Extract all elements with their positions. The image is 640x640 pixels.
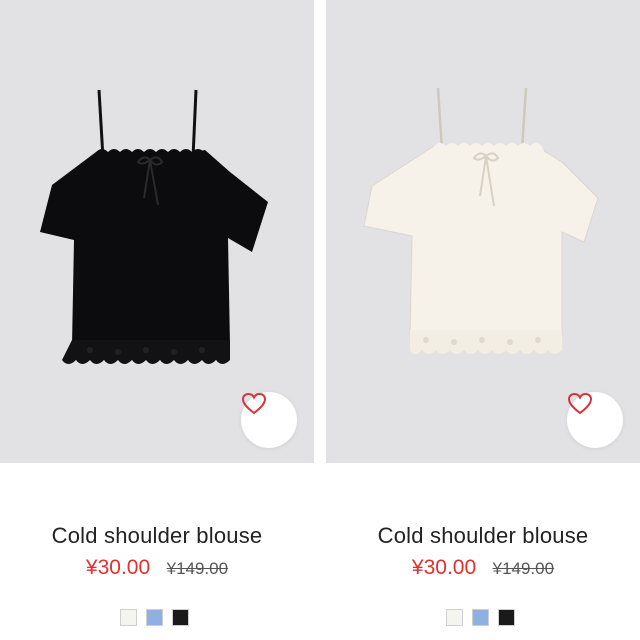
swatch-light-blue[interactable] [472, 609, 489, 626]
product-card-white[interactable]: Cold shoulder blouse ¥30.00 ¥149.00 [326, 0, 640, 640]
color-swatches [120, 609, 189, 627]
original-price: ¥149.00 [492, 559, 555, 578]
color-swatches [446, 609, 515, 627]
swatch-white[interactable] [446, 609, 463, 626]
product-card-black[interactable]: Cold shoulder blouse ¥30.00 ¥149.00 [0, 0, 314, 640]
heart-icon [567, 392, 593, 415]
price-row: ¥30.00 ¥149.00 [0, 556, 314, 580]
sale-price: ¥30.00 [85, 556, 151, 579]
product-image[interactable] [326, 0, 640, 463]
price-row: ¥30.00 ¥149.00 [326, 556, 640, 580]
product-name[interactable]: Cold shoulder blouse [326, 523, 640, 549]
wishlist-button[interactable] [241, 392, 297, 448]
swatch-white[interactable] [120, 609, 137, 626]
sale-price: ¥30.00 [411, 556, 477, 579]
swatch-black[interactable] [172, 609, 189, 626]
wishlist-button[interactable] [567, 392, 623, 448]
swatch-black[interactable] [498, 609, 515, 626]
product-image[interactable] [0, 0, 314, 463]
original-price: ¥149.00 [166, 559, 229, 578]
heart-icon [241, 392, 267, 415]
product-name[interactable]: Cold shoulder blouse [0, 523, 314, 549]
swatch-light-blue[interactable] [146, 609, 163, 626]
